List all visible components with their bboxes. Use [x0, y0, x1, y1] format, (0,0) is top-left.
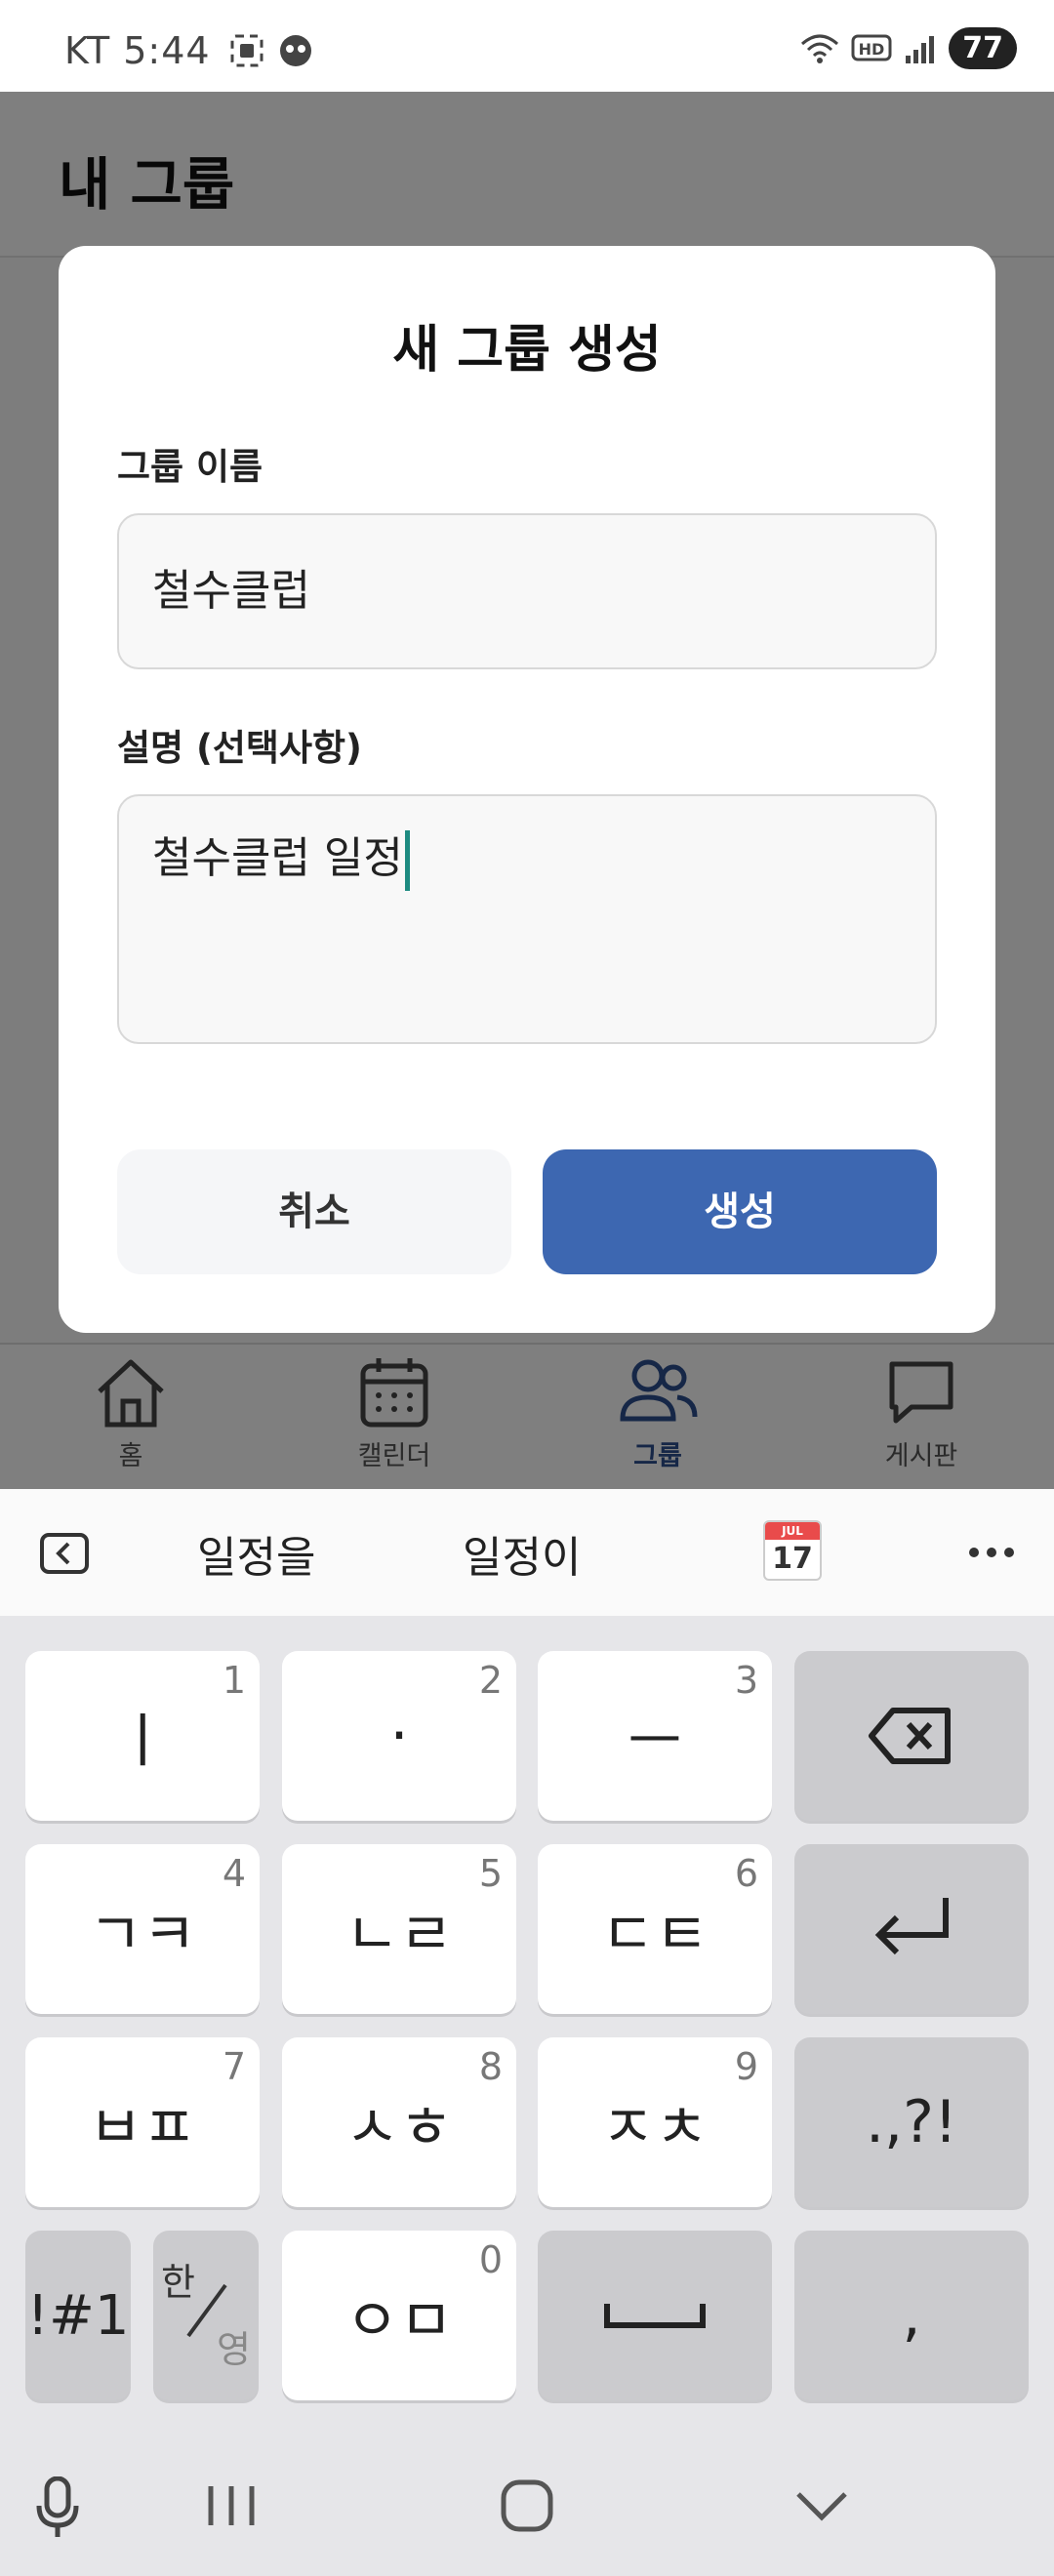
key-number: 6 — [734, 1852, 758, 1895]
hd-voice-icon: HD — [851, 34, 892, 60]
space-icon — [604, 2304, 706, 2328]
create-button[interactable]: 생성 — [543, 1149, 937, 1274]
symbols-key[interactable]: !#1 — [25, 2231, 131, 2400]
key-label: ㅈㅊ — [600, 2093, 709, 2162]
key-number: 1 — [222, 1659, 246, 1702]
key-g-k[interactable]: ㄱㅋ 4 — [25, 1844, 260, 2014]
description-label: 설명 (선택사항) — [117, 727, 362, 769]
wifi-icon — [801, 34, 839, 63]
key-dot[interactable]: · 2 — [282, 1651, 516, 1821]
svg-text:HD: HD — [859, 40, 885, 59]
battery-level: 77 — [949, 27, 1017, 69]
calendar-emoji-month: JUL — [765, 1522, 820, 1540]
key-number: 5 — [478, 1852, 503, 1895]
description-input[interactable]: 철수클럽 일정 — [117, 794, 937, 1044]
system-nav-bar — [0, 2434, 1054, 2576]
key-label: ㅡ — [628, 1707, 682, 1776]
enter-key[interactable] — [794, 1844, 1029, 2014]
collapse-toolbar-icon[interactable] — [39, 1532, 90, 1575]
key-label: ㅂㅍ — [88, 2093, 197, 2162]
key-label: ㅇㅁ — [345, 2286, 454, 2355]
recent-apps-icon[interactable] — [205, 2482, 258, 2529]
key-number: 7 — [222, 2045, 246, 2088]
key-label: ㄴㄹ — [345, 1900, 454, 1969]
key-label: ㅅㅎ — [345, 2093, 454, 2162]
backspace-key[interactable] — [794, 1651, 1029, 1821]
key-o-m[interactable]: ㅇㅁ 0 — [282, 2231, 516, 2400]
keyboard: ㅣ1 · 2 ㅡ3 ㄱㅋ 4 ㄴㄹ 5 ㄷㅌ 6 ㅂㅍ 7 ㅅㅎ 8 ㅈㅊ 9 .,?! !#… — [0, 1616, 1054, 2434]
key-number: 2 — [478, 1659, 503, 1702]
key-label: .,?! — [865, 2088, 958, 2156]
more-options-icon[interactable] — [966, 1546, 1017, 1559]
calendar-emoji-day: 17 — [772, 1542, 813, 1576]
dialog-title: 새 그룹 생성 — [392, 321, 662, 380]
key-eu[interactable]: ㅡ3 — [538, 1651, 772, 1821]
space-key[interactable] — [538, 2231, 772, 2400]
key-label: ㄷㅌ — [600, 1900, 709, 1969]
key-s-h[interactable]: ㅅㅎ 8 — [282, 2037, 516, 2207]
key-n-r[interactable]: ㄴㄹ 5 — [282, 1844, 516, 2014]
key-label: ㄱㅋ — [88, 1900, 197, 1969]
signal-icon — [906, 35, 935, 63]
key-j-ch[interactable]: ㅈㅊ 9 — [538, 2037, 772, 2207]
description-value: 철수클럽 일정 — [152, 833, 403, 883]
lang-label-english: 영 — [217, 2328, 251, 2371]
suggestion-1[interactable]: 일정을 — [197, 1522, 315, 1585]
punctuation-key[interactable]: .,?! — [794, 2037, 1029, 2207]
create-group-dialog: 새 그룹 생성 그룹 이름 철수클럽 설명 (선택사항) 철수클럽 일정 취소 … — [59, 246, 995, 1333]
key-number: 0 — [478, 2238, 503, 2281]
alert-face-icon — [279, 35, 311, 66]
home-button-icon[interactable] — [500, 2478, 554, 2533]
group-name-label: 그룹 이름 — [117, 446, 264, 488]
key-i[interactable]: ㅣ1 — [25, 1651, 260, 1821]
keyboard-suggestion-bar: 일정을 일정이 JUL 17 — [0, 1489, 1054, 1616]
screen: KT 5:44 HD 77 내 그룹 홈 캘린더 그룹 게시판 — [0, 0, 1054, 2576]
key-number: 8 — [478, 2045, 503, 2088]
text-caret — [404, 830, 410, 891]
key-label: ㅣ — [115, 1707, 170, 1776]
key-number: 3 — [734, 1659, 758, 1702]
comma-key[interactable]: , — [794, 2231, 1029, 2400]
key-number: 9 — [734, 2045, 758, 2088]
hide-keyboard-icon[interactable] — [794, 2488, 849, 2523]
microphone-icon[interactable] — [33, 2476, 82, 2541]
key-d-t[interactable]: ㄷㅌ 6 — [538, 1844, 772, 2014]
status-bar: KT 5:44 HD 77 — [0, 0, 1054, 92]
cancel-button[interactable]: 취소 — [117, 1149, 511, 1274]
suggestion-2[interactable]: 일정이 — [463, 1522, 581, 1585]
enter-icon — [874, 1898, 949, 1955]
language-switch-key[interactable]: 한 영 — [153, 2231, 259, 2400]
screenshot-icon — [230, 34, 264, 67]
group-name-value: 철수클럽 — [152, 566, 310, 616]
key-label: · — [389, 1702, 409, 1770]
calendar-emoji-icon[interactable]: JUL 17 — [763, 1520, 822, 1581]
key-number: 4 — [222, 1852, 246, 1895]
carrier-time: KT 5:44 — [64, 29, 211, 72]
key-label: , — [902, 2281, 921, 2350]
backspace-icon — [869, 1708, 951, 1764]
key-label: !#1 — [26, 2283, 130, 2348]
group-name-input[interactable]: 철수클럽 — [117, 513, 937, 669]
key-b-p[interactable]: ㅂㅍ 7 — [25, 2037, 260, 2207]
